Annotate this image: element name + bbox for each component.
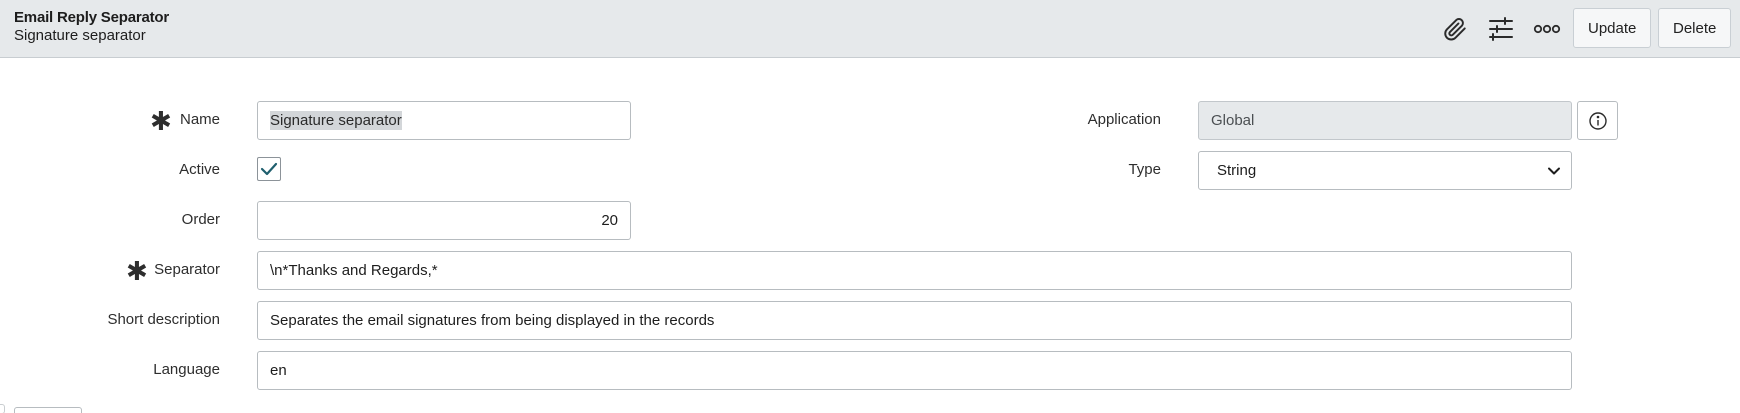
application-field: Global: [1198, 101, 1572, 140]
paperclip-icon[interactable]: [1438, 12, 1472, 46]
checkmark-icon: [260, 162, 278, 176]
page-title: Email Reply Separator: [14, 9, 170, 26]
update-button[interactable]: Update: [1573, 8, 1652, 48]
form-header: Email Reply Separator Signature separato…: [0, 0, 1740, 58]
order-input[interactable]: 20: [257, 201, 631, 240]
application-value: Global: [1211, 112, 1255, 129]
application-label: Application: [1087, 111, 1161, 128]
partial-element: [0, 404, 5, 413]
info-button[interactable]: [1577, 101, 1618, 140]
record-subtitle: Signature separator: [14, 27, 146, 44]
order-value: 20: [601, 212, 618, 229]
name-value: Signature separator: [270, 111, 402, 130]
type-label: Type: [1128, 161, 1161, 178]
order-label: Order: [181, 211, 220, 228]
more-options-icon[interactable]: [1530, 12, 1564, 46]
short-description-label: Short description: [107, 311, 220, 328]
name-input[interactable]: Signature separator: [257, 101, 631, 140]
delete-button[interactable]: Delete: [1658, 8, 1732, 48]
sliders-icon[interactable]: [1484, 12, 1518, 46]
name-label: Name: [179, 111, 220, 128]
type-select[interactable]: String: [1198, 151, 1572, 190]
active-checkbox[interactable]: [257, 157, 281, 181]
language-input[interactable]: en: [257, 351, 1572, 390]
language-label: Language: [153, 361, 220, 378]
separator-input[interactable]: \n*Thanks and Regards,*: [257, 251, 1572, 290]
chevron-down-icon: [1548, 167, 1560, 175]
separator-value: \n*Thanks and Regards,*: [270, 262, 438, 279]
separator-label: Separator: [154, 261, 220, 278]
type-value: String: [1217, 162, 1257, 179]
short-description-input[interactable]: Separates the email signatures from bein…: [257, 301, 1572, 340]
short-description-value: Separates the email signatures from bein…: [270, 312, 715, 329]
language-value: en: [270, 362, 287, 379]
active-label: Active: [179, 161, 220, 178]
bottom-button[interactable]: [14, 407, 82, 413]
info-icon: [1588, 111, 1607, 130]
